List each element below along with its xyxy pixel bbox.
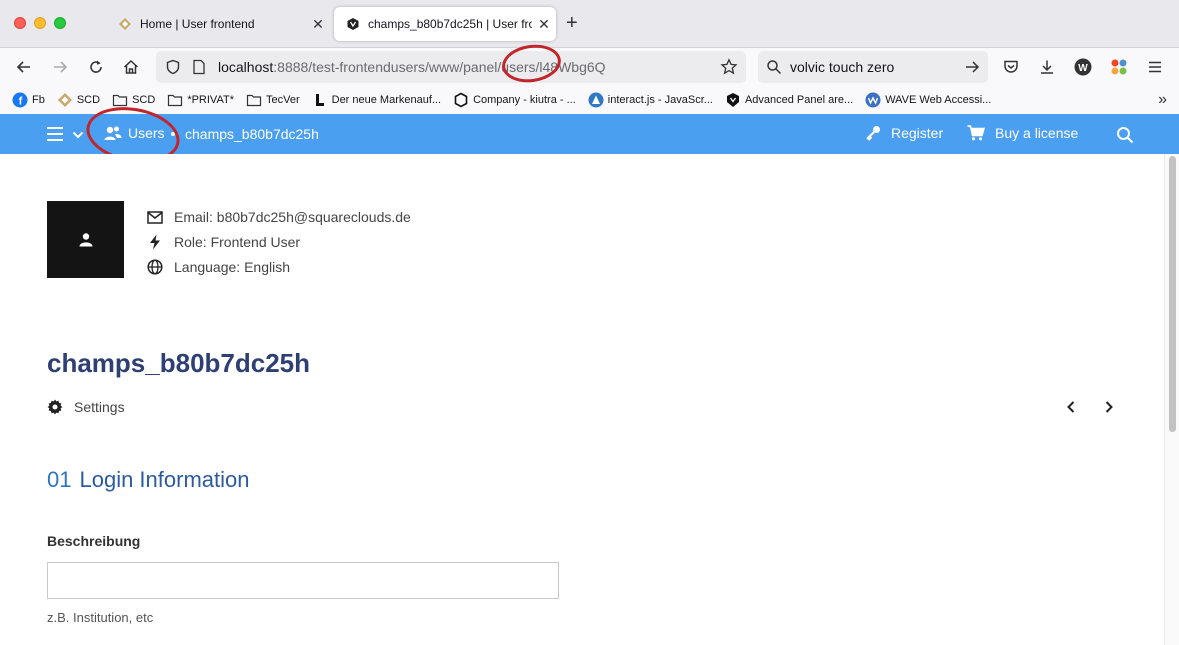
bookmark-item[interactable]: f Fb	[12, 92, 45, 108]
breadcrumb-users[interactable]: Users	[104, 125, 165, 141]
bookmark-folder[interactable]: *PRIVAT*	[167, 92, 234, 108]
key-icon	[866, 126, 880, 141]
envelope-icon	[146, 208, 164, 226]
facebook-icon: f	[12, 92, 28, 108]
site-icon	[57, 93, 72, 107]
settings-link[interactable]: Settings	[47, 399, 125, 415]
browser-window: Home | User frontend ✕ champs_b80b7dc25h…	[0, 0, 1179, 645]
language-row: Language: English	[146, 258, 290, 276]
header-search-icon[interactable]	[1116, 126, 1134, 147]
svg-text:W: W	[1078, 63, 1088, 74]
scrollbar[interactable]	[1164, 154, 1179, 645]
folder-icon	[112, 94, 128, 107]
next-icon[interactable]	[1101, 399, 1117, 415]
bookmark-folder[interactable]: TecVer	[246, 92, 300, 108]
bookmark-item[interactable]: WAVE Web Accessi...	[865, 92, 991, 108]
address-bar[interactable]: localhost:8888/test-frontendusers/www/pa…	[156, 51, 746, 83]
previous-icon[interactable]	[1063, 399, 1079, 415]
search-bar[interactable]: volvic touch zero	[758, 51, 988, 83]
tab-home[interactable]: Home | User frontend ✕	[106, 7, 330, 41]
gear-icon	[47, 399, 63, 415]
bookmark-folder[interactable]: SCD	[112, 92, 155, 108]
avatar	[47, 201, 124, 278]
back-icon[interactable]	[14, 57, 34, 77]
close-window-button[interactable]	[14, 17, 26, 29]
url-text: localhost:8888/test-frontendusers/www/pa…	[218, 59, 606, 75]
scrollbar-thumb[interactable]	[1169, 156, 1176, 432]
bookmark-item[interactable]: Advanced Panel are...	[725, 92, 853, 108]
search-go-icon[interactable]	[964, 59, 980, 80]
tab-strip: Home | User frontend ✕ champs_b80b7dc25h…	[0, 0, 1179, 48]
tab-user-profile[interactable]: champs_b80b7dc25h | User fron ✕	[334, 7, 556, 41]
tab-title: champs_b80b7dc25h | User fron	[368, 17, 532, 31]
cms-favicon-icon	[347, 18, 359, 30]
register-button[interactable]: Register	[865, 125, 943, 141]
breadcrumb-separator	[171, 132, 175, 136]
section-heading: 01 Login Information	[47, 467, 250, 492]
description-hint: z.B. Institution, etc	[47, 610, 154, 625]
site-favicon-icon	[119, 18, 131, 30]
folder-icon	[168, 94, 183, 107]
extension-joomla-icon[interactable]	[1109, 57, 1129, 77]
wave-icon	[865, 92, 881, 108]
close-tab-icon[interactable]: ✕	[306, 16, 330, 33]
description-input[interactable]	[47, 562, 559, 599]
minimize-window-button[interactable]	[34, 17, 46, 29]
navigation-bar: localhost:8888/test-frontendusers/www/pa…	[0, 48, 1179, 86]
description-label: Beschreibung	[47, 533, 141, 549]
user-icon	[79, 232, 92, 246]
page-info-icon[interactable]	[190, 58, 208, 76]
folder-icon	[246, 94, 262, 107]
tab-title: Home | User frontend	[140, 17, 255, 31]
forward-icon[interactable]	[50, 57, 70, 77]
app-menu-icon[interactable]	[1145, 57, 1165, 77]
user-group-icon	[104, 126, 122, 140]
role-row: Role: Frontend User	[146, 233, 300, 251]
close-tab-icon[interactable]: ✕	[532, 16, 556, 33]
bookmarks-bar: f Fb SCD SCD *PRIVAT* TecVer Der neue Ma…	[0, 86, 1179, 114]
buy-license-button[interactable]: Buy a license	[967, 125, 1078, 141]
breadcrumb-current: champs_b80b7dc25h	[185, 126, 319, 142]
globe-icon	[146, 258, 164, 276]
bookmark-star-icon[interactable]	[720, 58, 738, 81]
shield-icon	[726, 93, 739, 107]
reload-icon[interactable]	[86, 57, 106, 77]
page-title: champs_b80b7dc25h	[47, 348, 311, 378]
search-icon	[767, 60, 782, 75]
chevron-down-icon[interactable]	[72, 128, 84, 144]
bookmark-item[interactable]: Company - kiutra - ...	[453, 92, 576, 108]
hexagon-icon	[454, 92, 468, 108]
triangle-icon	[588, 92, 604, 108]
bookmark-item[interactable]: SCD	[57, 92, 100, 108]
downloads-icon[interactable]	[1037, 57, 1057, 77]
new-tab-icon[interactable]: +	[566, 12, 578, 35]
profile-content: Email: b80b7dc25h@squareclouds.de Role: …	[0, 154, 1164, 645]
svg-text:f: f	[19, 96, 23, 108]
maximize-window-button[interactable]	[54, 17, 66, 29]
bookmark-item[interactable]: interact.js - JavaScr...	[588, 92, 713, 108]
search-input[interactable]: volvic touch zero	[790, 59, 894, 75]
tracking-shield-icon[interactable]	[164, 58, 182, 76]
cart-icon	[967, 125, 985, 141]
email-row: Email: b80b7dc25h@squareclouds.de	[146, 208, 411, 226]
bookmark-item[interactable]: Der neue Markenauf...	[312, 92, 441, 108]
lightning-icon	[146, 233, 164, 251]
more-bookmarks-icon[interactable]: »	[1158, 91, 1167, 109]
l-icon	[315, 94, 324, 106]
home-icon[interactable]	[121, 57, 141, 77]
hamburger-menu-icon[interactable]	[46, 126, 64, 145]
extension-w-icon[interactable]: W	[1073, 57, 1093, 77]
app-header: Users champs_b80b7dc25h Register Buy a l…	[0, 114, 1179, 154]
pocket-icon[interactable]	[1001, 57, 1021, 77]
